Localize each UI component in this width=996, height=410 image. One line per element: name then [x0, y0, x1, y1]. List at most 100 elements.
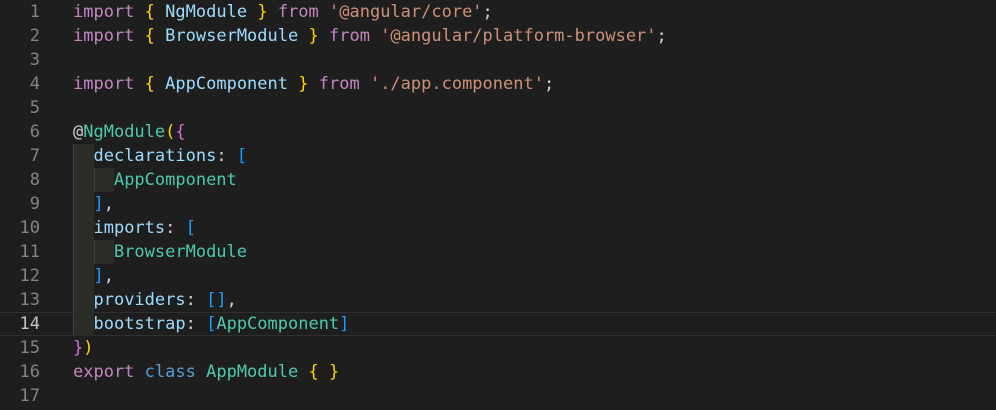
code-token: '@angular/core'	[329, 2, 483, 22]
code-token: from	[277, 2, 319, 22]
code-token: providers	[93, 290, 186, 310]
code-token: }	[308, 26, 319, 46]
code-line[interactable]: 5	[0, 96, 996, 120]
code-text[interactable]: declarations: [	[73, 144, 247, 168]
code-token: '@angular/platform-browser'	[380, 26, 657, 46]
code-token: [	[185, 218, 196, 238]
line-number: 3	[29, 50, 40, 70]
code-line[interactable]: 16 export class AppModule { }	[0, 360, 996, 384]
code-line[interactable]: 11 BrowserModule	[0, 240, 996, 264]
code-token: ,	[103, 266, 114, 286]
code-token: ;	[482, 2, 493, 22]
code-token: {	[144, 2, 155, 22]
code-token: ,	[226, 290, 237, 310]
code-line[interactable]: 13 providers: [],	[0, 288, 996, 312]
code-token: [	[236, 146, 248, 166]
code-line[interactable]: 1 import { NgModule } from '@angular/core…	[0, 0, 996, 24]
code-text[interactable]: BrowserModule	[73, 240, 247, 264]
code-text[interactable]: export class AppModule { }	[73, 360, 339, 384]
code-token: export	[73, 362, 135, 382]
code-token: declarations	[93, 146, 217, 166]
code-line[interactable]: 7 declarations: [	[0, 144, 996, 168]
code-text[interactable]: import { AppComponent } from './app.comp…	[73, 72, 554, 96]
code-line[interactable]: 3	[0, 48, 996, 72]
code-line[interactable]: 12 ],	[0, 264, 996, 288]
code-text[interactable]: ],	[73, 264, 114, 288]
code-token: BrowserModule	[113, 242, 248, 262]
code-token: [	[206, 314, 217, 334]
code-line[interactable]: 15})	[0, 336, 996, 360]
line-number: 16	[19, 362, 40, 382]
line-number: 14	[19, 314, 40, 334]
code-line[interactable]: 9 ],	[0, 192, 996, 216]
code-token: ]	[339, 314, 350, 334]
code-token: AppModule	[206, 362, 299, 382]
code-token: from	[318, 74, 360, 94]
line-number: 5	[29, 98, 40, 118]
code-text[interactable]: bootstrap: [AppComponent]	[73, 312, 349, 336]
code-line[interactable]: 14 bootstrap: [AppComponent]	[0, 312, 996, 336]
code-text[interactable]: import { BrowserModule } from '@angular/…	[73, 24, 667, 48]
code-token: AppComponent	[216, 314, 340, 334]
code-line[interactable]: 8 AppComponent	[0, 168, 996, 192]
code-token: ;	[656, 26, 667, 46]
code-editor[interactable]: 1 import { NgModule } from '@angular/core…	[0, 0, 996, 410]
code-token: NgModule	[165, 2, 248, 22]
code-line[interactable]: 4 import { AppComponent } from './app.com…	[0, 72, 996, 96]
code-text[interactable]: ],	[73, 192, 114, 216]
line-number: 17	[19, 386, 40, 406]
code-text[interactable]: providers: [],	[73, 288, 237, 312]
line-number: 6	[29, 122, 40, 142]
code-token: @	[73, 122, 84, 142]
line-number: 4	[29, 74, 40, 94]
code-text[interactable]: })	[73, 336, 94, 360]
code-text[interactable]: AppComponent	[73, 168, 237, 192]
code-token: import	[73, 74, 135, 94]
code-token: imports	[93, 218, 166, 238]
code-token: BrowserModule	[165, 26, 299, 46]
code-token: :	[185, 290, 207, 310]
line-number: 11	[19, 242, 40, 262]
line-number: 7	[29, 146, 40, 166]
code-text[interactable]: imports: [	[73, 216, 196, 240]
line-number: 10	[19, 218, 40, 238]
code-line[interactable]: 10 imports: [	[0, 216, 996, 240]
code-line[interactable]: 2 import { BrowserModule } from '@angular…	[0, 24, 996, 48]
code-token: AppComponent	[165, 74, 288, 94]
code-token: {	[175, 122, 186, 142]
line-number: 2	[29, 26, 40, 46]
code-line[interactable]: 17	[0, 384, 996, 408]
code-token: }	[257, 2, 268, 22]
code-token: :	[185, 314, 207, 334]
code-token: }	[328, 362, 340, 382]
code-text[interactable]: @NgModule({	[73, 120, 186, 144]
code-token: ]	[93, 266, 104, 286]
code-token: {	[144, 74, 155, 94]
code-token: )	[83, 338, 94, 358]
code-token: ;	[543, 74, 555, 94]
code-text[interactable]: import { NgModule } from '@angular/core'…	[73, 0, 493, 24]
code-token: {	[144, 26, 155, 46]
code-line[interactable]: 6 @NgModule({	[0, 120, 996, 144]
line-number: 12	[19, 266, 40, 286]
code-token: []	[206, 290, 227, 310]
